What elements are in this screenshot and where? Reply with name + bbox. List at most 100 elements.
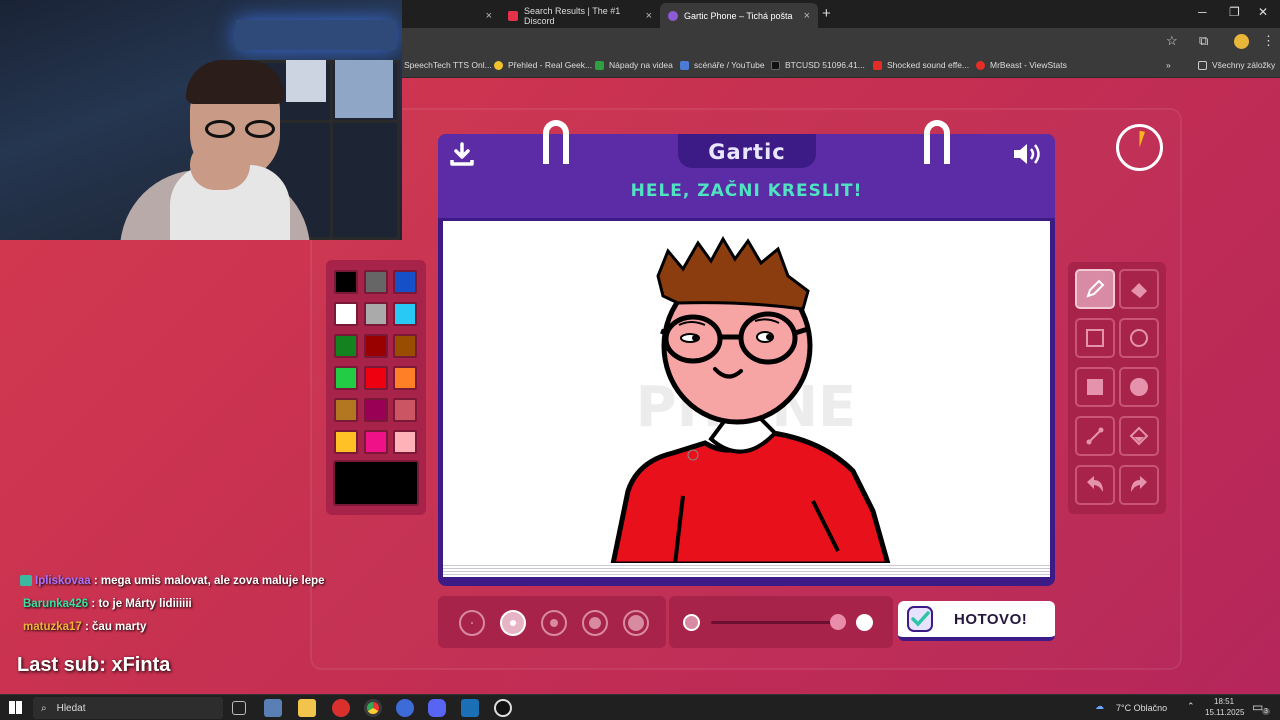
menu-icon[interactable]: ⋮ bbox=[1262, 33, 1275, 49]
filled-rectangle-tool[interactable] bbox=[1075, 367, 1115, 407]
line-tool[interactable] bbox=[1075, 416, 1115, 456]
line-icon bbox=[1086, 427, 1104, 445]
tab-gartic-phone[interactable]: Gartic Phone – Tichá pošta × bbox=[660, 3, 818, 28]
color-swatch[interactable] bbox=[334, 334, 358, 358]
color-swatch[interactable] bbox=[334, 398, 358, 422]
download-icon[interactable] bbox=[449, 141, 475, 167]
clock-time[interactable]: 18:51 bbox=[1214, 697, 1234, 706]
drawing-prompt: HELE, ZAČNI KRESLIT! bbox=[630, 181, 863, 201]
avatar[interactable] bbox=[1234, 34, 1249, 49]
close-tab-icon[interactable]: × bbox=[646, 10, 652, 22]
close-tab-icon[interactable]: × bbox=[486, 10, 492, 22]
color-swatch[interactable] bbox=[334, 430, 358, 454]
fill-tool[interactable] bbox=[1119, 416, 1159, 456]
weather-icon: ☁ bbox=[1095, 701, 1104, 711]
new-tab-icon[interactable]: + bbox=[822, 5, 831, 22]
clock-date[interactable]: 15.11.2025 bbox=[1205, 708, 1244, 717]
brush-size-3[interactable] bbox=[541, 610, 567, 636]
opacity-track[interactable] bbox=[711, 621, 841, 624]
bookmark[interactable]: scénáře / YouTube bbox=[680, 60, 765, 70]
close-window-icon[interactable]: ✕ bbox=[1258, 5, 1268, 19]
color-swatch[interactable] bbox=[393, 270, 417, 294]
more-bookmarks-icon[interactable]: » bbox=[1166, 60, 1171, 70]
undo-tool[interactable] bbox=[1075, 465, 1115, 505]
redo-tool[interactable] bbox=[1119, 465, 1159, 505]
tradingview-icon bbox=[771, 60, 780, 70]
file-explorer-icon[interactable] bbox=[298, 699, 316, 717]
color-swatch[interactable] bbox=[364, 430, 388, 454]
color-swatch[interactable] bbox=[334, 270, 358, 294]
square-filled-icon bbox=[1087, 379, 1103, 395]
brush-size-4[interactable] bbox=[582, 610, 608, 636]
binder-ring bbox=[543, 120, 569, 164]
done-button[interactable]: HOTOVO! bbox=[898, 601, 1055, 641]
star-icon[interactable]: ☆ bbox=[1166, 33, 1178, 49]
color-swatch[interactable] bbox=[334, 302, 358, 326]
extensions-icon[interactable]: ⧉ bbox=[1199, 33, 1208, 49]
app-icon[interactable] bbox=[332, 699, 350, 717]
color-swatch[interactable] bbox=[393, 334, 417, 358]
bookmark[interactable]: BTCUSD 51096.41... bbox=[771, 60, 865, 70]
opacity-slider-handle[interactable] bbox=[830, 614, 846, 630]
brush-size-5[interactable] bbox=[623, 610, 649, 636]
color-swatch[interactable] bbox=[364, 398, 388, 422]
eraser-tool[interactable] bbox=[1119, 269, 1159, 309]
chat-message: Ipliskovaa : mega umis malovat, ale zova… bbox=[20, 575, 325, 587]
weather[interactable]: 7°C Oblačno bbox=[1116, 703, 1167, 713]
drawing-canvas[interactable]: PHONE bbox=[443, 221, 1050, 564]
search-icon: ⌕ bbox=[41, 702, 47, 714]
bookmark[interactable]: SpeechTech TTS Onl... bbox=[404, 60, 492, 70]
last-sub-label: Last sub: xFinta bbox=[17, 654, 171, 676]
bookmark[interactable]: Shocked sound effe... bbox=[873, 60, 969, 70]
taskbar-search[interactable]: ⌕ Hledat bbox=[33, 697, 223, 719]
opacity-max-icon bbox=[856, 614, 873, 631]
bookmark[interactable]: MrBeast - ViewStats bbox=[976, 60, 1067, 70]
bookmark[interactable]: Nápady na videa bbox=[595, 60, 673, 70]
timer bbox=[1116, 124, 1163, 171]
sound-icon[interactable] bbox=[1012, 141, 1044, 167]
pencil-tool[interactable] bbox=[1075, 269, 1115, 309]
app-icon[interactable] bbox=[396, 699, 414, 717]
restore-icon[interactable]: ❐ bbox=[1229, 5, 1240, 19]
color-swatch[interactable] bbox=[334, 366, 358, 390]
color-swatch[interactable] bbox=[364, 366, 388, 390]
gartic-logo: Gartic bbox=[708, 140, 786, 164]
logo-tab: Gartic bbox=[678, 134, 816, 168]
tab-title: Search Results | The #1 Discord bbox=[524, 5, 621, 26]
brush-size-2[interactable] bbox=[500, 610, 526, 636]
chat-text: : mega umis malovat, ale zova maluje lep… bbox=[93, 575, 325, 587]
vegas-icon[interactable] bbox=[461, 699, 479, 717]
chat-user: matuzka17 bbox=[23, 621, 82, 633]
tab-search-results[interactable]: Search Results | The #1 Discord × bbox=[500, 3, 660, 28]
undo-icon bbox=[1087, 476, 1103, 492]
square-outline-icon bbox=[1086, 329, 1104, 347]
chrome-icon[interactable] bbox=[364, 699, 382, 717]
taskbar: ⌕ Hledat ☁ 7°C Oblačno ⌃ 18:51 15.11.202… bbox=[0, 694, 1280, 720]
app-icon[interactable] bbox=[264, 699, 282, 717]
windows-start-icon[interactable] bbox=[9, 701, 22, 714]
tab-title: Gartic Phone – Tichá pošta bbox=[684, 10, 793, 21]
bulb-icon bbox=[494, 60, 503, 70]
docs-icon bbox=[680, 60, 689, 70]
minimize-icon[interactable]: ─ bbox=[1198, 5, 1207, 19]
task-view-icon[interactable] bbox=[232, 701, 246, 715]
bookmark[interactable]: Přehled - Real Geek... bbox=[494, 60, 592, 70]
color-swatch[interactable] bbox=[364, 270, 388, 294]
chat-message: Barunka426 : to je Márty lidiiiiii bbox=[23, 598, 192, 610]
color-swatch[interactable] bbox=[364, 302, 388, 326]
brush-size-1[interactable] bbox=[459, 610, 485, 636]
filled-ellipse-tool[interactable] bbox=[1119, 367, 1159, 407]
tray-chevron-icon[interactable]: ⌃ bbox=[1187, 701, 1195, 712]
obs-icon[interactable] bbox=[494, 699, 512, 717]
color-swatch[interactable] bbox=[393, 302, 417, 326]
sheets-icon bbox=[595, 60, 604, 70]
color-swatch[interactable] bbox=[393, 398, 417, 422]
color-swatch[interactable] bbox=[393, 366, 417, 390]
ellipse-tool[interactable] bbox=[1119, 318, 1159, 358]
rectangle-tool[interactable] bbox=[1075, 318, 1115, 358]
discord-icon[interactable] bbox=[428, 699, 446, 717]
color-swatch[interactable] bbox=[393, 430, 417, 454]
all-bookmarks[interactable]: Všechny záložky bbox=[1198, 60, 1275, 70]
close-tab-icon[interactable]: × bbox=[804, 10, 810, 22]
color-swatch[interactable] bbox=[364, 334, 388, 358]
